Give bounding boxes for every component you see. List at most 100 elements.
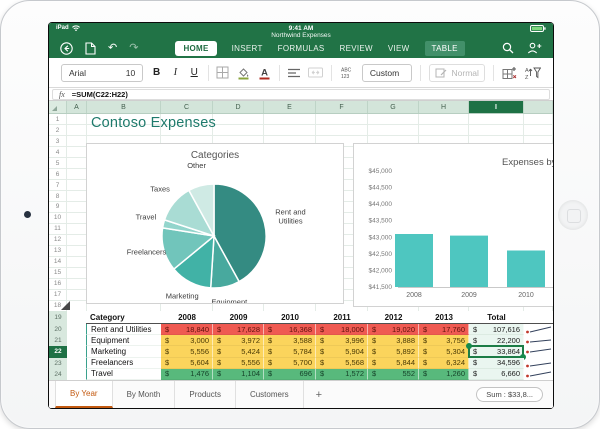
expense-table[interactable]: 19Category200820092010201120122013Total2… (49, 311, 553, 380)
column-header-d[interactable]: D (213, 101, 264, 113)
row-header-15[interactable]: 15 (49, 267, 66, 278)
table-header-2011[interactable]: 2011 (316, 311, 368, 324)
home-button[interactable] (558, 200, 588, 230)
table-cell-2010-marketing[interactable]: $5,784 (264, 346, 316, 357)
row-header-5[interactable]: 5 (49, 158, 66, 169)
row-header-8[interactable]: 8 (49, 191, 66, 202)
sparkline-cell[interactable] (524, 335, 553, 346)
table-cell-total-travel[interactable]: $6,660 (469, 369, 524, 380)
row-header-20[interactable]: 20 (49, 324, 67, 335)
table-cell-2008-freelancers[interactable]: $5,604 (161, 358, 213, 369)
tab-review[interactable]: REVIEW (340, 44, 373, 53)
borders-icon[interactable] (216, 66, 229, 79)
pie-chart-card[interactable]: Rent andUtilitiesEquipmentMarketingFreel… (86, 143, 344, 304)
tab-home[interactable]: HOME (175, 41, 216, 56)
table-cell-2009-marketing[interactable]: $5,424 (213, 346, 264, 357)
grid-cell-empty[interactable] (67, 335, 86, 346)
redo-icon[interactable]: ↷ (129, 43, 138, 54)
row-header-19[interactable]: 19 (49, 311, 67, 324)
column-header-b[interactable]: B (87, 101, 161, 113)
table-header-2010[interactable]: 2010 (264, 311, 316, 324)
table-cell-2013-marketing[interactable]: $5,304 (419, 346, 469, 357)
align-icon[interactable] (288, 68, 300, 78)
column-header-clipped[interactable] (524, 101, 553, 113)
table-header-2012[interactable]: 2012 (368, 311, 419, 324)
column-header-f[interactable]: F (316, 101, 368, 113)
back-icon[interactable] (60, 42, 73, 55)
table-cell-2012-equipment[interactable]: $3,888 (368, 335, 419, 346)
bold-button[interactable]: B (151, 67, 162, 78)
table-row-category[interactable]: Marketing (86, 346, 161, 357)
tab-formulas[interactable]: FORMULAS (278, 44, 325, 53)
select-all-corner[interactable] (49, 101, 67, 113)
sheet-grid[interactable]: 123456789101112131415161718 Contoso Expe… (49, 114, 553, 311)
table-cell-2010-freelancers[interactable]: $5,700 (264, 358, 316, 369)
column-header-a[interactable]: A (67, 101, 87, 113)
row-header-14[interactable]: 14 (49, 256, 66, 267)
table-row-category[interactable]: Travel (86, 369, 161, 380)
number-format-selector[interactable]: Custom (362, 64, 412, 82)
sparkline-cell[interactable] (524, 324, 553, 335)
underline-button[interactable]: U (189, 67, 200, 78)
grid-cell-empty[interactable] (67, 311, 86, 324)
table-cell-total-rent-and-utilities[interactable]: $107,616 (469, 324, 524, 335)
insert-delete-cells-icon[interactable] (502, 66, 517, 80)
table-row-category[interactable]: Freelancers (86, 358, 161, 369)
font-selector[interactable]: Arial 10 (61, 64, 143, 82)
row-header-17[interactable]: 17 (49, 289, 66, 300)
row-header-13[interactable]: 13 (49, 245, 66, 256)
sparkline-cell[interactable] (524, 369, 553, 380)
table-header-2013[interactable]: 2013 (419, 311, 469, 324)
cell-style-selector[interactable]: Normal (429, 64, 486, 82)
bar-2008[interactable] (395, 234, 433, 287)
row-header-22[interactable]: 22 (49, 346, 67, 357)
row-header-16[interactable]: 16 (49, 278, 66, 289)
table-cell-2013-rent-and-utilities[interactable]: $17,760 (419, 324, 469, 335)
table-cell-2012-freelancers[interactable]: $5,844 (368, 358, 419, 369)
table-header-total[interactable]: Total (469, 311, 524, 324)
row-header-1[interactable]: 1 (49, 114, 66, 125)
new-file-icon[interactable] (85, 42, 96, 55)
number-format-icon[interactable]: ABC123 (340, 66, 354, 79)
table-cell-2011-travel[interactable]: $1,572 (316, 369, 368, 380)
sparkline-cell[interactable] (524, 358, 553, 369)
row-header-4[interactable]: 4 (49, 147, 66, 158)
sheet-tab-by-year[interactable]: By Year (55, 381, 113, 408)
row-header-9[interactable]: 9 (49, 202, 66, 213)
table-cell-2009-travel[interactable]: $1,104 (213, 369, 264, 380)
sparkline-cell[interactable] (524, 346, 553, 357)
sort-filter-icon[interactable]: AZ (525, 66, 541, 80)
row-header-3[interactable]: 3 (49, 136, 66, 147)
merge-cells-icon[interactable] (308, 67, 323, 78)
bar-2010[interactable] (507, 251, 545, 288)
table-header-category[interactable]: Category (86, 311, 161, 324)
table-cell-total-equipment[interactable]: $22,200 (469, 335, 524, 346)
table-cell-total-freelancers[interactable]: $34,596 (469, 358, 524, 369)
row-header-11[interactable]: 11 (49, 223, 66, 234)
table-cell-2013-travel[interactable]: $1,260 (419, 369, 469, 380)
grid-cell-empty[interactable] (67, 324, 86, 335)
tab-table[interactable]: TABLE (425, 41, 465, 56)
sheet-tab-products[interactable]: Products (175, 381, 236, 408)
table-cell-2012-travel[interactable]: $552 (368, 369, 419, 380)
table-cell-total-marketing[interactable]: $33,864 (469, 346, 524, 357)
search-icon[interactable] (502, 42, 514, 54)
font-color-icon[interactable]: A (258, 66, 271, 80)
table-cell-2008-travel[interactable]: $1,476 (161, 369, 213, 380)
table-cell-2011-equipment[interactable]: $3,996 (316, 335, 368, 346)
sum-indicator[interactable]: Sum : $33,8... (476, 387, 543, 402)
table-cell-2010-rent-and-utilities[interactable]: $16,368 (264, 324, 316, 335)
sheet-tab-by-month[interactable]: By Month (113, 381, 176, 408)
sheet-tab-customers[interactable]: Customers (236, 381, 304, 408)
table-cell-2010-travel[interactable]: $696 (264, 369, 316, 380)
bar-2009[interactable] (450, 236, 488, 287)
grid-cell-empty[interactable] (67, 369, 86, 380)
row-header-6[interactable]: 6 (49, 169, 66, 180)
table-cell-2012-rent-and-utilities[interactable]: $19,020 (368, 324, 419, 335)
table-cell-2010-equipment[interactable]: $3,588 (264, 335, 316, 346)
table-cell-2009-freelancers[interactable]: $5,556 (213, 358, 264, 369)
table-cell-2008-marketing[interactable]: $5,556 (161, 346, 213, 357)
fill-color-icon[interactable] (237, 66, 250, 80)
tab-insert[interactable]: INSERT (232, 44, 263, 53)
pie-chart[interactable]: Rent andUtilitiesEquipmentMarketingFreel… (87, 144, 343, 303)
